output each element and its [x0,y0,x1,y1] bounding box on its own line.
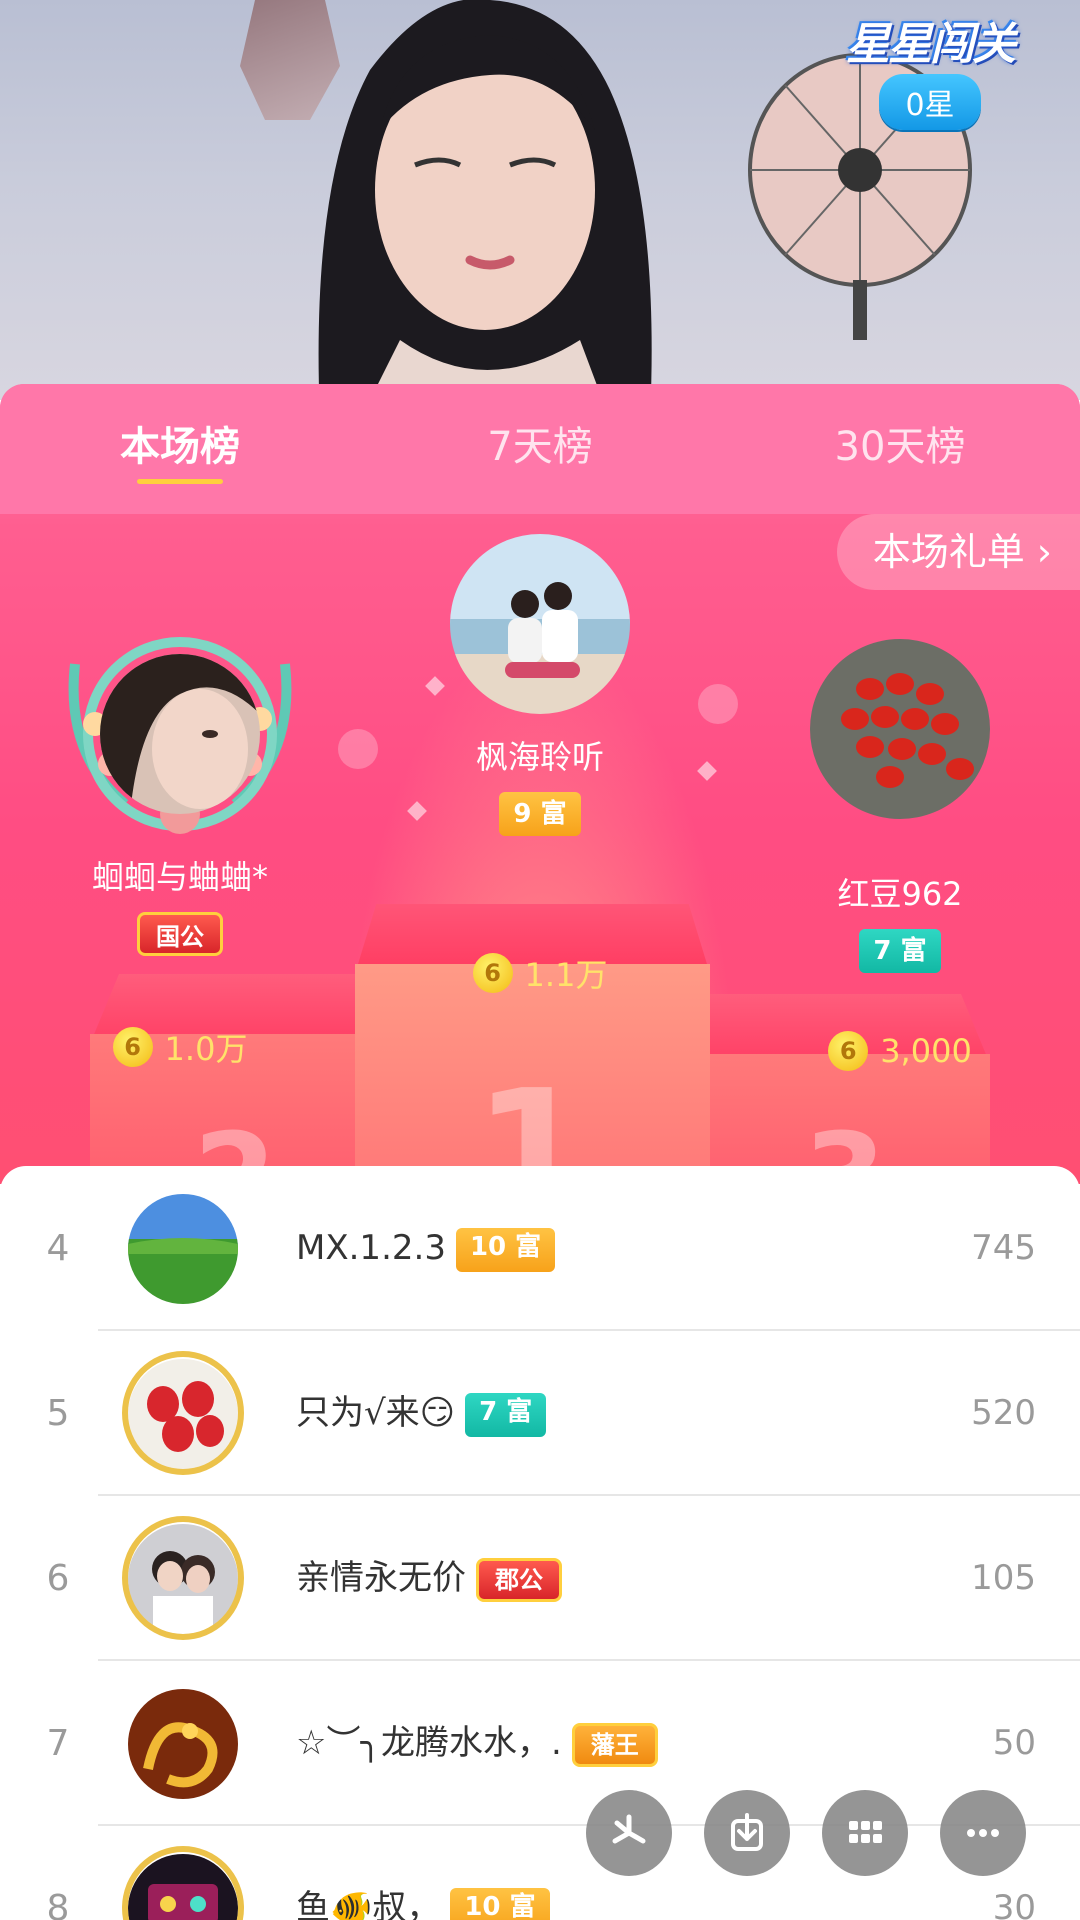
list-item-rich-badge: 7 富 [465,1392,547,1437]
podium-third-name: 红豆962 [837,875,963,913]
podium-second-noble-badge: 国公 [137,912,223,956]
host-portrait [318,0,652,400]
pedestal-second: 2 [90,974,380,1184]
pedestal-first: 1 [355,904,710,1184]
tab-30-days[interactable]: 30天榜 [810,414,990,484]
list-item-name-wrap: MX.1.2.3 10 富 [296,1166,556,1331]
list-item-avatar[interactable] [128,1194,238,1304]
red-beans-image [810,639,990,819]
coin-icon: 6 [112,1027,153,1067]
podium-third-avatar[interactable] [810,639,990,819]
podium-third-score-value: 3,000 [880,1032,972,1070]
tab-7-days[interactable]: 7天榜 [450,414,630,484]
list-item-rank: 5 [46,1393,70,1434]
podium-second-score-value: 1.0万 [164,1030,248,1068]
podium-first-score-value: 1.1万 [524,956,608,994]
couple-beach-image [450,534,630,714]
podium-first-score: 6 1.1万 [360,950,720,996]
podium-first-rich-badge: 9 富 [499,792,581,836]
list-item-rich-badge: 10 富 [455,1227,556,1272]
list-item[interactable]: 5 只为√来😏 7 富 520 [0,1331,1080,1496]
coin-icon: 6 [472,953,513,993]
list-item[interactable]: 8 鱼🐠叔， 10 富 30 [0,1826,1080,1920]
woman-face-image [100,654,260,814]
list-item-score: 105 [971,1558,1036,1598]
leaderboard-panel: 本场榜 7天榜 30天榜 本场礼单 › 2 3 1 6 1.0万 6 1.1万 [0,384,1080,1184]
pedestal-third: 3 [700,994,990,1184]
decor-bubble [338,729,378,769]
list-item-name-wrap: 鱼🐠叔， 10 富 [296,1826,550,1920]
tab-30-days-label: 30天榜 [834,424,966,470]
grid-icon [849,1821,882,1843]
list-item-rank: 4 [46,1228,70,1269]
podium-third-rich-badge: 7 富 [859,929,941,973]
live-video[interactable]: 星星闯关 0星 [0,0,1080,400]
avatar-frame [122,1516,244,1640]
list-item[interactable]: 7 ☆︶╮龙腾水水，. 藩王 50 [0,1661,1080,1826]
list-item-noble-badge: 藩王 [571,1722,658,1767]
star-challenge-title: 星星闯关 [846,19,1016,70]
pedestal-first-number: 1 [473,1054,592,1184]
list-item[interactable]: 4 MX.1.2.3 10 富 745 [0,1166,1080,1331]
more-button[interactable] [940,1790,1026,1876]
pinwheel-icon [612,1814,646,1844]
apps-button[interactable] [822,1790,908,1876]
leaderboard-tabs: 本场榜 7天榜 30天榜 [0,384,1080,514]
golden-dragon-image [128,1689,238,1799]
podium-second-name: 蛔蛔与蛐蛐* [91,858,268,896]
session-gift-list-link[interactable]: 本场礼单 › [836,514,1080,590]
list-item-noble-badge: 郡公 [476,1557,562,1602]
list-item-name: ☆︶╮龙腾水水，. [296,1723,562,1763]
decor-bubble [698,684,738,724]
download-icon [731,1813,763,1851]
coin-icon: 6 [828,1031,869,1071]
list-item-name: 亲情永无价 [296,1558,466,1598]
podium-second-avatar-frame [55,634,305,834]
rank-list[interactable]: 4 MX.1.2.3 10 富 745 5 只为√来😏 7 富 520 6 亲情… [0,1166,1080,1920]
green-field-image [128,1194,238,1304]
podium-third-score: 6 3,000 [720,1030,1080,1071]
share-button[interactable] [586,1790,672,1876]
star-challenge-badge[interactable]: 星星闯关 0星 [830,8,1030,130]
podium-first-avatar[interactable] [450,534,630,714]
podium-first-name: 枫海聆听 [475,738,604,776]
more-dots-icon [967,1829,999,1837]
podium-third-user[interactable]: 红豆962 7 富 [800,639,1000,973]
list-item-rank: 6 [46,1558,70,1599]
tab-this-session[interactable]: 本场榜 [90,414,270,484]
download-button[interactable] [704,1790,790,1876]
list-item-score: 745 [971,1228,1036,1268]
list-item-name: 鱼🐠叔， [296,1888,441,1920]
podium-second-user[interactable]: 蛔蛔与蛐蛐* 国公 [45,634,315,956]
list-item-name-wrap: 只为√来😏 7 富 [296,1331,547,1496]
list-item-avatar[interactable] [128,1689,238,1799]
list-item-name: 只为√来😏 [296,1393,456,1433]
list-item-name: MX.1.2.3 [296,1228,446,1268]
list-item[interactable]: 6 亲情永无价 郡公 105 [0,1496,1080,1661]
list-item-rank: 7 [46,1723,70,1764]
tab-active-indicator [137,479,223,484]
tab-7-days-label: 7天榜 [487,424,593,470]
list-item-rank: 8 [46,1888,70,1920]
list-item-rich-badge: 10 富 [450,1887,550,1920]
list-item-name-wrap: 亲情永无价 郡公 [296,1496,562,1661]
list-item-score: 520 [971,1393,1036,1433]
podium-first-user[interactable]: 枫海聆听 9 富 [450,534,630,836]
podium-second-avatar[interactable] [100,654,260,814]
tab-this-session-label: 本场榜 [120,424,240,470]
avatar-frame [122,1846,244,1920]
avatar-frame [122,1351,244,1475]
star-count: 0星 [879,74,981,130]
podium-second-score: 6 1.0万 [0,1024,360,1070]
